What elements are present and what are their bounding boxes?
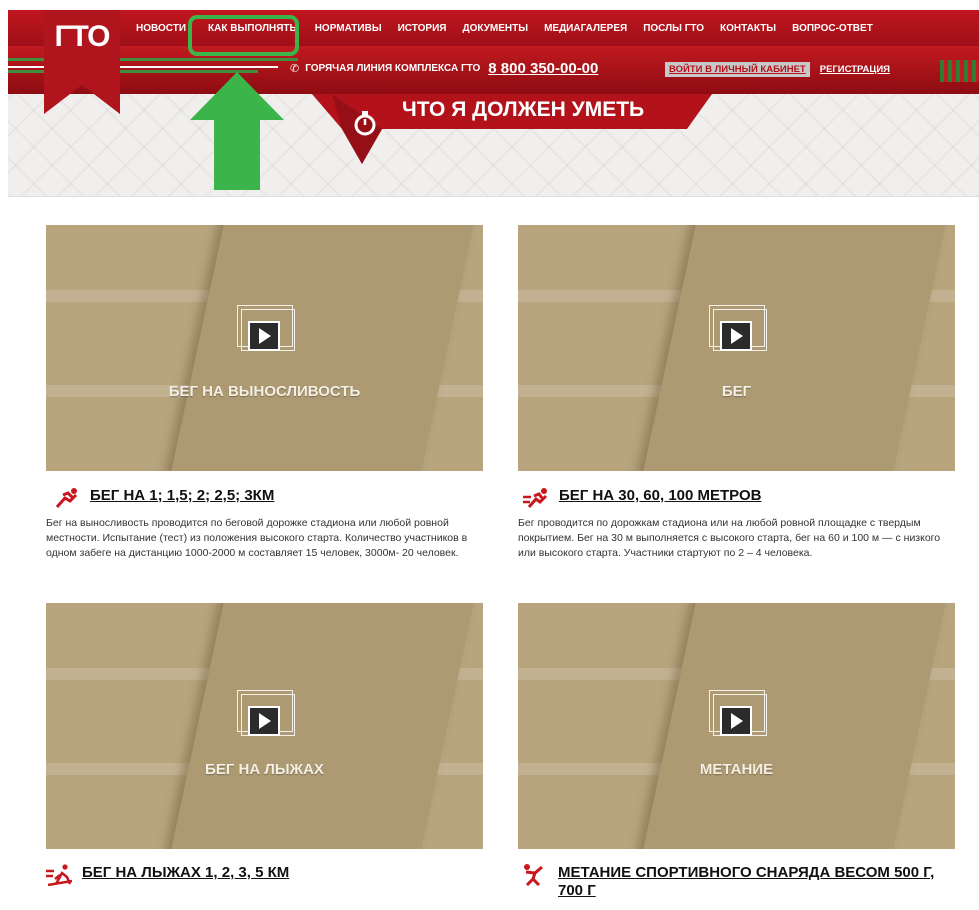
play-icon[interactable] [235,688,295,748]
highlight-box [188,15,299,56]
video-thumbnail-sprint[interactable]: БЕГ [518,225,955,471]
hotline-label: ГОРЯЧАЯ ЛИНИЯ КОМПЛЕКСА ГТО [305,63,481,74]
nav-item-documents[interactable]: ДОКУМЕНТЫ [454,23,536,34]
register-link[interactable]: РЕГИСТРАЦИЯ [816,62,894,77]
decor [636,225,950,471]
video-thumbnail-endurance[interactable]: БЕГ НА ВЫНОСЛИВОСТЬ [46,225,483,471]
card-title-text[interactable]: БЕГ НА 30, 60, 100 МЕТРОВ [559,487,762,505]
nav-item-media[interactable]: МЕДИАГАЛЕРЕЯ [536,23,635,34]
sprint-icon [523,488,548,508]
green-arrow-up-icon [190,72,284,190]
video-label: БЕГ НА ЛЫЖАХ [205,761,324,778]
card-title-link[interactable]: МЕТАНИЕ СПОРТИВНОГО СНАРЯДА ВЕСОМ 500 Г,… [522,864,962,900]
card-title-text[interactable]: БЕГ НА 1; 1,5; 2; 2,5; 3КМ [90,487,274,505]
card-title-link[interactable]: БЕГ НА ЛЫЖАХ 1, 2, 3, 5 КМ [46,864,289,886]
running-icon [55,488,78,508]
video-label: МЕТАНИЕ [699,761,774,778]
play-icon[interactable] [707,303,767,363]
card-title-link[interactable]: БЕГ НА 1; 1,5; 2; 2,5; 3КМ [54,487,274,509]
nav-item-faq[interactable]: ВОПРОС-ОТВЕТ [784,23,881,34]
decor-pattern [940,60,979,82]
throwing-icon [524,864,543,886]
play-icon[interactable] [235,303,295,363]
card-description: Бег проводится по дорожкам стадиона или … [518,517,941,559]
nav-item-ambassadors[interactable]: ПОСЛЫ ГТО [635,23,712,34]
nav-item-news[interactable]: НОВОСТИ [128,23,194,34]
page-title: ЧТО Я ДОЛЖЕН УМЕТЬ [402,98,645,121]
video-thumbnail-skiing[interactable]: БЕГ НА ЛЫЖАХ [46,603,483,849]
card-title-text[interactable]: БЕГ НА ЛЫЖАХ 1, 2, 3, 5 КМ [82,864,289,882]
login-link[interactable]: ВОЙТИ В ЛИЧНЫЙ КАБИНЕТ [665,62,810,77]
nav-item-standards[interactable]: НОРМАТИВЫ [307,23,390,34]
nav-item-contacts[interactable]: КОНТАКТЫ [712,23,784,34]
card-title-link[interactable]: БЕГ НА 30, 60, 100 МЕТРОВ [523,487,762,509]
card-title-text[interactable]: МЕТАНИЕ СПОРТИВНОГО СНАРЯДА ВЕСОМ 500 Г,… [558,864,962,900]
decor [164,603,478,849]
hotline: ✆ ГОРЯЧАЯ ЛИНИЯ КОМПЛЕКСА ГТО 8 800 350-… [290,60,598,77]
play-icon[interactable] [707,688,767,748]
decor [636,603,950,849]
account-links: ВОЙТИ В ЛИЧНЫЙ КАБИНЕТ РЕГИСТРАЦИЯ [665,62,894,77]
video-label: БЕГ [721,383,752,400]
hotline-phone[interactable]: 8 800 350-00-00 [488,60,598,77]
video-label: БЕГ НА ВЫНОСЛИВОСТЬ [168,383,361,400]
phone-icon: ✆ [290,63,300,75]
skiing-icon [46,864,72,886]
logo-text[interactable]: ГТО [46,20,118,54]
decor [164,225,478,471]
stopwatch-icon [354,111,376,136]
video-thumbnail-throwing[interactable]: МЕТАНИЕ [518,603,955,849]
nav-item-history[interactable]: ИСТОРИЯ [390,23,455,34]
card-description: Бег на выносливость проводится по бегово… [46,517,468,559]
